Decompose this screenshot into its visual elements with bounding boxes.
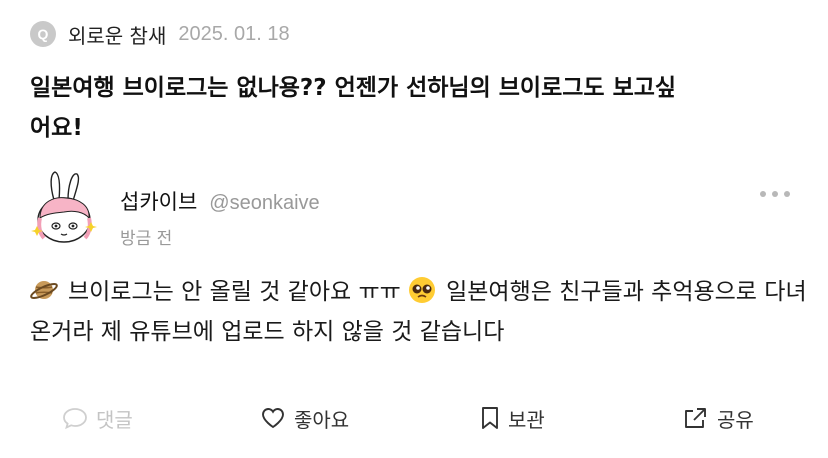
answer-time: 방금 전 xyxy=(120,229,173,249)
question-badge-icon: Q xyxy=(30,21,56,47)
question-author: 외로운 참새 xyxy=(68,23,167,48)
more-dot-icon xyxy=(784,191,790,197)
question-date: 2025. 01. 18 xyxy=(178,22,290,45)
comment-button[interactable]: 댓글 xyxy=(62,396,133,440)
save-button[interactable]: 보관 xyxy=(480,396,545,440)
answer-segment-1: 브이로그는 안 올릴 것 같아요 ㅠㅠ xyxy=(68,279,401,305)
heart-icon xyxy=(262,408,284,429)
answer-author-row: 섭카이브 @seonkaive xyxy=(120,186,320,216)
more-dot-icon xyxy=(760,191,766,197)
pleading-face-emoji-icon xyxy=(409,277,436,303)
comment-bubble-icon xyxy=(63,408,87,430)
bookmark-icon xyxy=(482,407,498,429)
comment-label: 댓글 xyxy=(96,407,133,432)
more-options-button[interactable] xyxy=(760,186,790,202)
action-bar: 댓글 좋아요 보관 공유 xyxy=(0,396,828,440)
answer-author-name[interactable]: 섭카이브 xyxy=(120,186,197,216)
answer-author-handle[interactable]: @seonkaive xyxy=(209,192,319,215)
share-icon xyxy=(685,408,706,428)
answer-text: 브이로그는 안 올릴 것 같아요 ㅠㅠ 일본여행은 친구들과 추억용으로 다녀온… xyxy=(30,272,810,352)
share-button[interactable]: 공유 xyxy=(683,396,754,440)
avatar[interactable] xyxy=(28,168,100,248)
question-header: Q 외로운 참새 2025. 01. 18 xyxy=(30,20,290,48)
question-text: 일본여행 브이로그는 없나용?? 언젠가 선하님의 브이로그도 보고싶 어요! xyxy=(30,75,677,141)
more-dot-icon xyxy=(772,191,778,197)
saturn-planet-emoji-icon xyxy=(30,281,58,299)
save-label: 보관 xyxy=(508,407,545,432)
like-button[interactable]: 좋아요 xyxy=(260,396,349,440)
like-label: 좋아요 xyxy=(294,407,350,432)
bunny-avatar-icon xyxy=(31,171,97,243)
share-label: 공유 xyxy=(717,407,754,432)
